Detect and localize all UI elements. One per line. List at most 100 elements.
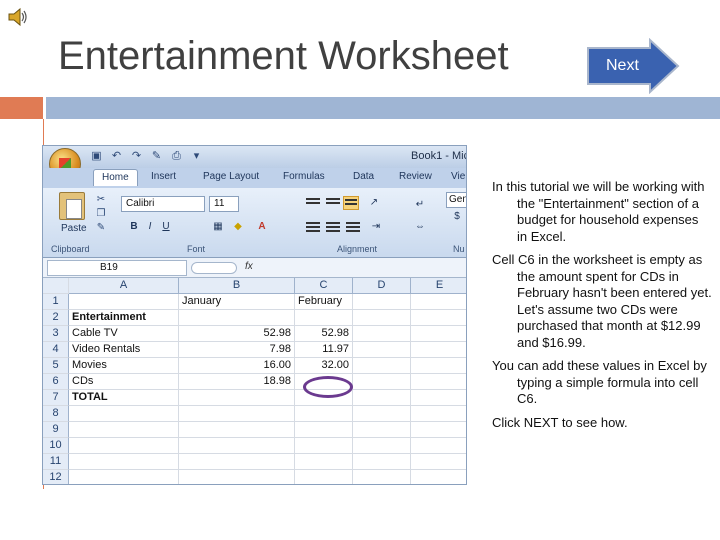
- cell-c[interactable]: 52.98: [295, 326, 353, 342]
- row-header[interactable]: 4: [43, 342, 69, 358]
- cell-e[interactable]: [411, 390, 466, 406]
- fill-color-icon[interactable]: ◆: [231, 220, 245, 234]
- tab-insert[interactable]: Insert: [151, 171, 176, 182]
- underline-button[interactable]: U: [159, 220, 173, 234]
- cell-e[interactable]: [411, 454, 466, 470]
- cell-d[interactable]: [353, 310, 411, 326]
- cell-b[interactable]: [179, 454, 295, 470]
- cell-e[interactable]: [411, 470, 466, 484]
- indent-icon[interactable]: ⇥: [369, 220, 383, 234]
- cell-d[interactable]: [353, 454, 411, 470]
- italic-button[interactable]: I: [143, 220, 157, 234]
- row-header[interactable]: 2: [43, 310, 69, 326]
- cut-icon[interactable]: ✂: [95, 194, 107, 206]
- row-header[interactable]: 1: [43, 294, 69, 310]
- cell-c[interactable]: [295, 422, 353, 438]
- align-bottom-icon[interactable]: [343, 196, 359, 210]
- tab-review[interactable]: Review: [399, 171, 432, 182]
- cell-e[interactable]: [411, 422, 466, 438]
- row-header[interactable]: 10: [43, 438, 69, 454]
- cell-a[interactable]: [69, 406, 179, 422]
- cell-b[interactable]: 52.98: [179, 326, 295, 342]
- cell-d[interactable]: [353, 422, 411, 438]
- cell-c[interactable]: [295, 470, 353, 484]
- column-header-c[interactable]: C: [295, 278, 353, 294]
- cell-b[interactable]: [179, 310, 295, 326]
- paste-button[interactable]: Paste: [61, 223, 87, 234]
- cell-a[interactable]: Video Rentals: [69, 342, 179, 358]
- row-header[interactable]: 12: [43, 470, 69, 484]
- cell-e[interactable]: [411, 406, 466, 422]
- tab-formulas[interactable]: Formulas: [283, 171, 325, 182]
- cell-a[interactable]: CDs: [69, 374, 179, 390]
- name-box[interactable]: B19: [47, 260, 187, 276]
- select-all-corner[interactable]: [43, 278, 69, 294]
- font-color-icon[interactable]: A: [255, 220, 269, 234]
- orientation-icon[interactable]: ↗: [367, 196, 381, 210]
- cell-a[interactable]: [69, 294, 179, 310]
- cell-e[interactable]: [411, 294, 466, 310]
- row-header[interactable]: 9: [43, 422, 69, 438]
- next-button[interactable]: Next: [586, 38, 682, 94]
- align-top-icon[interactable]: [305, 196, 321, 210]
- cell-b[interactable]: 7.98: [179, 342, 295, 358]
- bold-button[interactable]: B: [127, 220, 141, 234]
- format-brush-icon[interactable]: ✎: [95, 222, 107, 234]
- tab-home[interactable]: Home: [93, 169, 138, 186]
- font-size-select[interactable]: 11: [209, 196, 239, 212]
- tab-data[interactable]: Data: [353, 171, 374, 182]
- save-icon[interactable]: ▣: [89, 149, 104, 163]
- cell-d[interactable]: [353, 374, 411, 390]
- cell-a[interactable]: Cable TV: [69, 326, 179, 342]
- cell-d[interactable]: [353, 294, 411, 310]
- formula-bar-controls[interactable]: [191, 262, 237, 274]
- cell-e[interactable]: [411, 358, 466, 374]
- cell-b[interactable]: [179, 470, 295, 484]
- paste-icon[interactable]: [59, 192, 85, 220]
- cell-b[interactable]: [179, 422, 295, 438]
- align-right-icon[interactable]: [345, 220, 361, 234]
- cell-c[interactable]: 11.97: [295, 342, 353, 358]
- currency-icon[interactable]: $: [450, 210, 464, 224]
- cell-a[interactable]: Entertainment: [69, 310, 179, 326]
- column-header-d[interactable]: D: [353, 278, 411, 294]
- tab-view[interactable]: Vie: [451, 171, 465, 182]
- align-middle-icon[interactable]: [325, 196, 341, 210]
- cell-d[interactable]: [353, 390, 411, 406]
- wrap-text-icon[interactable]: ↵: [413, 198, 427, 212]
- cell-c[interactable]: 32.00: [295, 358, 353, 374]
- cell-a[interactable]: Movies: [69, 358, 179, 374]
- cell-c[interactable]: February: [295, 294, 353, 310]
- align-left-icon[interactable]: [305, 220, 321, 234]
- number-format-select[interactable]: Gen: [446, 192, 466, 208]
- cell-e[interactable]: [411, 326, 466, 342]
- cell-d[interactable]: [353, 342, 411, 358]
- borders-icon[interactable]: ▦: [211, 220, 225, 234]
- merge-icon[interactable]: ⇔: [413, 220, 427, 234]
- cell-c[interactable]: [295, 438, 353, 454]
- cell-e[interactable]: [411, 342, 466, 358]
- row-header[interactable]: 7: [43, 390, 69, 406]
- align-center-icon[interactable]: [325, 220, 341, 234]
- cell-b[interactable]: [179, 438, 295, 454]
- redo-icon[interactable]: ↷: [129, 149, 144, 163]
- cell-b[interactable]: [179, 406, 295, 422]
- row-header[interactable]: 5: [43, 358, 69, 374]
- tab-page-layout[interactable]: Page Layout: [203, 171, 259, 182]
- cell-e[interactable]: [411, 310, 466, 326]
- cell-d[interactable]: [353, 358, 411, 374]
- row-header[interactable]: 3: [43, 326, 69, 342]
- cell-b[interactable]: 18.98: [179, 374, 295, 390]
- cell-a[interactable]: [69, 438, 179, 454]
- cell-e[interactable]: [411, 374, 466, 390]
- cell-a[interactable]: [69, 470, 179, 484]
- dropdown-icon[interactable]: ▾: [189, 149, 204, 163]
- cell-a[interactable]: TOTAL: [69, 390, 179, 406]
- cell-b[interactable]: January: [179, 294, 295, 310]
- cell-e[interactable]: [411, 438, 466, 454]
- undo-icon[interactable]: ↶: [109, 149, 124, 163]
- copy-icon[interactable]: ❐: [95, 208, 107, 220]
- column-header-a[interactable]: A: [69, 278, 179, 294]
- speaker-icon[interactable]: [6, 6, 28, 28]
- row-header[interactable]: 6: [43, 374, 69, 390]
